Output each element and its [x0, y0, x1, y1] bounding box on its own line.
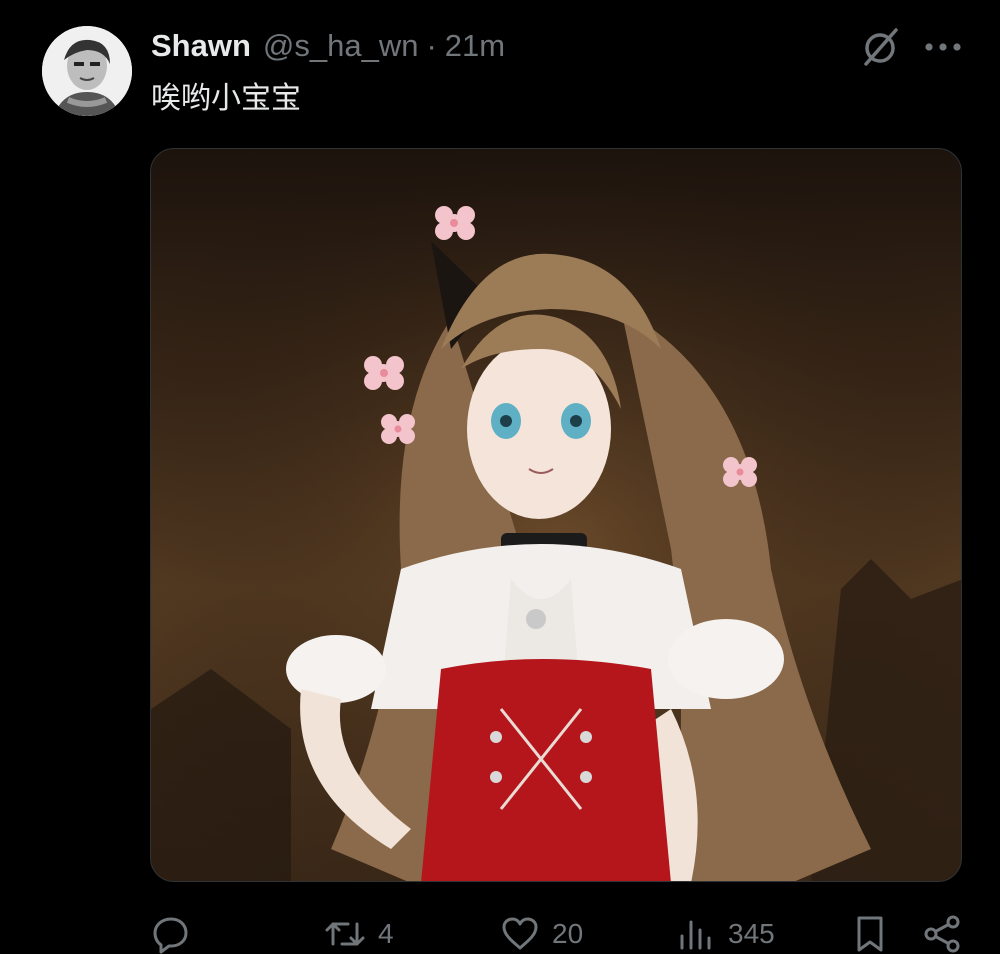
- author-handle[interactable]: @s_ha_wn: [263, 28, 419, 64]
- avatar[interactable]: [42, 26, 132, 116]
- views-count: 345: [728, 918, 775, 949]
- timestamp[interactable]: 21m: [445, 28, 505, 64]
- tweet-media-image[interactable]: [150, 148, 962, 882]
- more-icon[interactable]: [920, 26, 966, 68]
- anime-girl-illustration: [151, 149, 961, 881]
- views-button[interactable]: 345: [676, 914, 775, 954]
- tweet-action-bar: 4 20 345: [0, 900, 1000, 954]
- share-button[interactable]: [922, 914, 962, 954]
- tweet-header: Shawn @s_ha_wn · 21m: [151, 28, 505, 68]
- bookmark-icon: [857, 916, 883, 952]
- retweet-button[interactable]: 4: [324, 914, 394, 954]
- separator-dot: ·: [426, 28, 437, 63]
- retweet-icon: [325, 922, 365, 946]
- share-icon: [924, 915, 960, 953]
- grok-icon[interactable]: [860, 26, 902, 68]
- like-count: 20: [552, 918, 584, 949]
- heart-icon: [502, 917, 538, 950]
- like-button[interactable]: 20: [500, 914, 583, 954]
- avatar-image: [42, 26, 132, 116]
- tweet-text: 唉哟小宝宝: [151, 81, 301, 116]
- reply-icon: [153, 917, 188, 954]
- views-icon: [680, 920, 711, 950]
- bookmark-button[interactable]: [852, 914, 888, 954]
- retweet-count: 4: [378, 918, 394, 949]
- reply-button[interactable]: [151, 914, 203, 954]
- author-name[interactable]: Shawn: [151, 28, 251, 64]
